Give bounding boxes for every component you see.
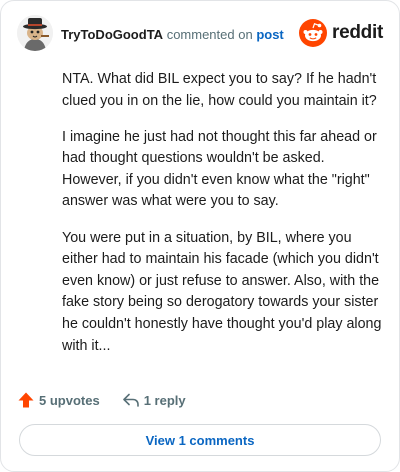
reddit-icon xyxy=(299,19,328,47)
reply-button[interactable]: 1 reply xyxy=(122,391,186,409)
comment-body: NTA. What did BIL expect you to say? If … xyxy=(62,69,383,372)
avatar[interactable] xyxy=(17,15,53,51)
avatar-icon xyxy=(17,15,53,51)
view-comments-button[interactable]: View 1 comments xyxy=(19,424,381,456)
comment-paragraph: You were put in a situation, by BIL, whe… xyxy=(62,229,382,354)
comment-byline: TryToDoGoodTA commented on post xyxy=(61,27,284,43)
reply-arrow-icon xyxy=(122,393,139,407)
reply-count: 1 reply xyxy=(143,392,186,408)
comment-card: TryToDoGoodTA commented on post reddit N… xyxy=(0,0,400,472)
comment-actions: 5 upvotes 1 reply xyxy=(17,389,186,411)
upvote-button[interactable]: 5 upvotes xyxy=(17,391,100,409)
reddit-logo[interactable]: reddit xyxy=(299,19,383,47)
username-link[interactable]: TryToDoGoodTA xyxy=(61,27,163,42)
comment-paragraph: I imagine he just had not thought this f… xyxy=(62,128,377,210)
upvote-arrow-icon xyxy=(18,392,34,408)
upvote-count: 5 upvotes xyxy=(39,392,100,408)
post-link[interactable]: post xyxy=(256,27,283,42)
action-text: commented on xyxy=(166,27,253,42)
reddit-wordmark: reddit xyxy=(332,22,383,43)
comment-paragraph: NTA. What did BIL expect you to say? If … xyxy=(62,71,377,109)
comment-header: TryToDoGoodTA commented on post reddit xyxy=(17,15,383,55)
